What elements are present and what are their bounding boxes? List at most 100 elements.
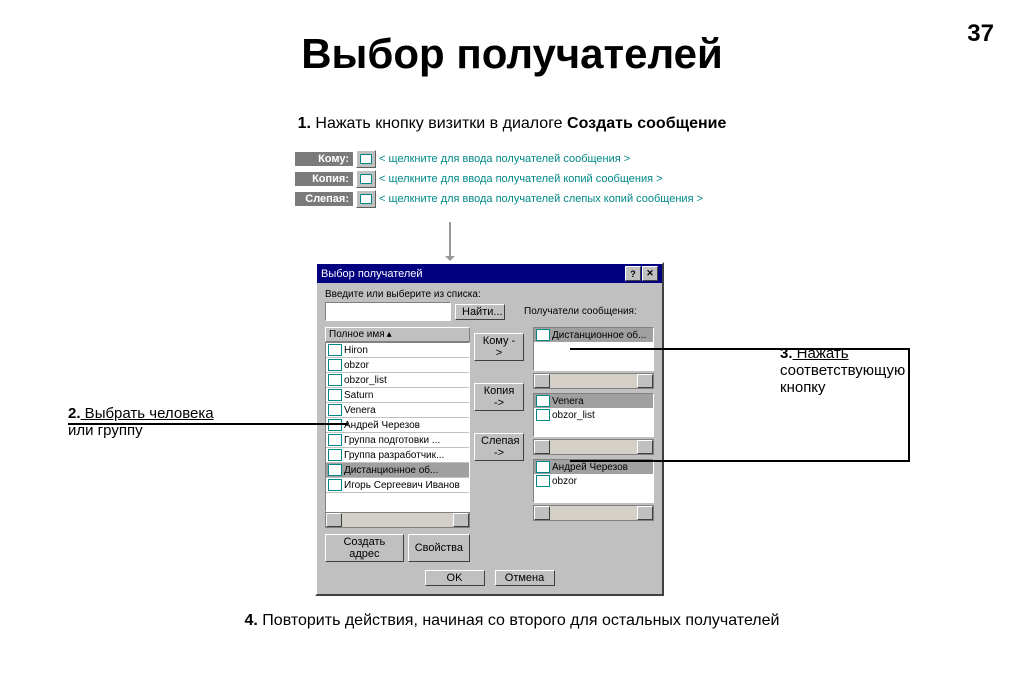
list-item-label: Группа подготовки ... [344,435,440,446]
list-item-label: Venera [552,396,584,407]
card-icon [360,154,372,164]
ann3-line3: кнопку [780,379,826,396]
arrow-down-icon [449,222,451,258]
field-cc-placeholder[interactable]: < щелкните для ввода получателей копий с… [379,173,663,185]
contact-icon [536,475,550,487]
list-item[interactable]: Venera [534,394,653,408]
contact-icon [328,419,342,431]
list-item[interactable]: Saturn [326,388,469,402]
annotation-2: 2. Выбрать человека или группу [68,405,214,439]
card-icon [360,194,372,204]
list-item[interactable]: obzor [534,474,653,488]
list-item-label: Андрей Черезов [552,462,628,473]
contacts-listbox[interactable]: Hiron obzor obzor_list Saturn Venera Андрей Ч… [325,342,470,512]
field-bcc-placeholder[interactable]: < щелкните для ввода получателей слепых … [379,193,703,205]
list-item-label: Дистанционное об... [344,465,438,476]
create-address-button[interactable]: Создать адрес [325,534,404,562]
list-item[interactable]: Venera [326,403,469,417]
step-4-text: Повторить действия, начиная со второго д… [258,612,780,629]
list-item-label: Группа разработчик... [344,450,444,461]
ann2-underline: Выбрать человека [81,405,214,422]
sort-up-icon: ▴ [387,329,392,340]
contact-icon [536,329,550,341]
cancel-button[interactable]: Отмена [495,570,555,586]
search-label: Введите или выберите из списка: [325,289,654,300]
recipients-label: Получатели сообщения: [524,306,654,317]
annotation-3: 3. Нажать соответствующую кнопку [780,345,905,396]
list-item[interactable]: Игорь Сергеевич Иванов [326,478,469,492]
scrollbar-h[interactable] [533,373,654,389]
ann2-num: 2. [68,405,81,422]
bcc-button[interactable]: Слепая -> [474,433,524,461]
recipient-dialog: Выбор получателей ? ✕ Введите или выбери… [315,262,664,596]
step-4-num: 4. [245,612,258,629]
page-title: Выбор получателей [0,30,1024,78]
contact-icon [328,359,342,371]
list-item-label: obzor [344,360,369,371]
card-button-cc[interactable] [356,170,376,188]
contact-icon [536,461,550,473]
connector-2 [68,423,348,425]
field-bcc-label: Слепая: [295,192,353,206]
ok-button[interactable]: OK [425,570,485,586]
contact-icon [328,389,342,401]
card-button-bcc[interactable] [356,190,376,208]
find-button[interactable]: Найти... [455,304,505,320]
contact-icon [536,409,550,421]
contact-icon [328,464,342,476]
step-1-text: Нажать кнопку визитки в диалоге [311,115,567,132]
col-header-text: Полное имя [329,329,385,340]
field-cc-label: Копия: [295,172,353,186]
list-item[interactable]: Андрей Черезов [534,460,653,474]
dialog-title: Выбор получателей [321,268,423,280]
list-item-label: obzor_list [552,410,595,421]
compose-fields: Кому: < щелкните для ввода получателей с… [295,150,703,210]
dialog-titlebar: Выбор получателей ? ✕ [317,264,662,283]
cc-button[interactable]: Копия -> [474,383,524,411]
help-button[interactable]: ? [625,266,641,281]
connector-3-top [570,348,910,350]
list-item[interactable]: Андрей Черезов [326,418,469,432]
scrollbar-h[interactable] [533,439,654,455]
list-item[interactable]: obzor [326,358,469,372]
field-to-placeholder[interactable]: < щелкните для ввода получателей сообщен… [379,153,630,165]
list-item-label: obzor [552,476,577,487]
contact-icon [328,344,342,356]
search-input[interactable] [325,302,451,321]
list-item[interactable]: Hiron [326,343,469,357]
list-item-label: Hiron [344,345,368,356]
connector-3-bot [570,460,910,462]
contact-icon [536,395,550,407]
cc-listbox[interactable]: Venera obzor_list [533,393,654,437]
list-item[interactable]: Группа разработчик... [326,448,469,462]
ann3-line2: соответствующую [780,362,905,379]
list-item-label: Saturn [344,390,373,401]
list-item-label: Дистанционное об... [552,330,646,341]
list-item[interactable]: obzor_list [326,373,469,387]
step-1-num: 1. [298,115,311,132]
to-button[interactable]: Кому -> [474,333,524,361]
contact-icon [328,434,342,446]
list-item-label: Андрей Черезов [344,420,420,431]
contact-icon [328,479,342,491]
card-button-to[interactable] [356,150,376,168]
list-item-label: obzor_list [344,375,387,386]
close-button[interactable]: ✕ [642,266,658,281]
list-item-label: Игорь Сергеевич Иванов [344,480,460,491]
contact-icon [328,404,342,416]
properties-button[interactable]: Свойства [408,534,470,562]
scrollbar-h[interactable] [325,512,470,528]
bcc-listbox[interactable]: Андрей Черезов obzor [533,459,654,503]
list-item[interactable]: obzor_list [534,408,653,422]
connector-3-v [908,348,910,460]
card-icon [360,174,372,184]
contact-icon [328,374,342,386]
list-item[interactable]: Группа подготовки ... [326,433,469,447]
list-item[interactable]: Дистанционное об... [326,463,469,477]
step-1: 1. Нажать кнопку визитки в диалоге Созда… [0,115,1024,133]
contact-icon [328,449,342,461]
step-4: 4. Повторить действия, начиная со второг… [0,612,1024,630]
scrollbar-h[interactable] [533,505,654,521]
list-item[interactable]: Дистанционное об... [534,328,653,342]
list-column-header[interactable]: Полное имя ▴ [325,327,470,342]
